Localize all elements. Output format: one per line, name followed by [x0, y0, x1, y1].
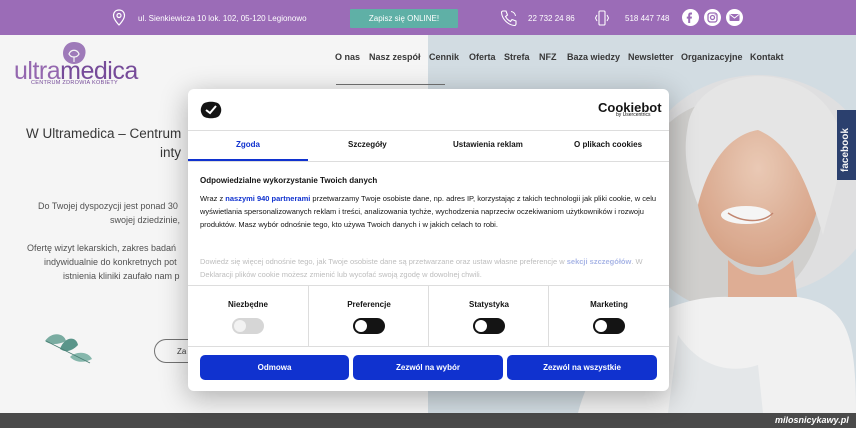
mobile-phone-icon[interactable] — [594, 9, 610, 27]
category-statistics: Statystyka — [428, 286, 548, 346]
category-marketing: Marketing — [548, 286, 668, 346]
top-contact-bar: ul. Sienkiewicza 10 lok. 102, 05-120 Leg… — [0, 0, 856, 35]
header-divider — [188, 130, 669, 131]
consent-categories: Niezbędne Preferencje Statystyka Marketi… — [188, 285, 669, 347]
address-text: ul. Sienkiewicza 10 lok. 102, 05-120 Leg… — [138, 14, 307, 23]
preferences-toggle[interactable] — [353, 318, 385, 334]
deny-button[interactable]: Odmowa — [200, 355, 349, 380]
facebook-icon[interactable] — [682, 9, 699, 26]
cookie-consent-dialog: Cookiebot by Usercentrics Zgoda Szczegół… — [188, 89, 669, 391]
statistics-toggle[interactable] — [473, 318, 505, 334]
instagram-icon[interactable] — [704, 9, 721, 26]
cookiebot-logo-icon — [200, 101, 222, 119]
tab-szczegoly[interactable]: Szczegóły — [348, 140, 387, 149]
consent-heading: Odpowiedzialne wykorzystanie Twoich dany… — [200, 176, 378, 185]
necessary-toggle — [232, 318, 264, 334]
details-section-link[interactable]: sekcji szczegółów — [567, 257, 632, 266]
location-pin-icon — [112, 9, 126, 26]
cookiebot-brand-sub: by Usercentrics — [616, 112, 651, 118]
consent-body: Wraz z naszymi 940 partnerami przetwarza… — [200, 194, 657, 229]
category-necessary: Niezbędne — [188, 286, 308, 346]
partners-link[interactable]: naszymi 940 partnerami — [225, 194, 310, 203]
bottom-strip — [0, 413, 856, 428]
phone-icon[interactable] — [500, 9, 518, 27]
consent-body-faded: Dowiedz się więcej odnośnie tego, jak Tw… — [200, 257, 643, 279]
allow-all-button[interactable]: Zezwól na wszystkie — [507, 355, 657, 380]
watermark: milosnicykawy.pl — [775, 415, 849, 425]
category-preferences: Preferencje — [308, 286, 428, 346]
tab-o-plikach-cookies[interactable]: O plikach cookies — [574, 140, 642, 149]
marketing-toggle[interactable] — [593, 318, 625, 334]
tab-zgoda[interactable]: Zgoda — [236, 140, 260, 149]
book-online-button[interactable]: Zapisz się ONLINE! — [350, 9, 458, 28]
allow-selection-button[interactable]: Zezwól na wybór — [353, 355, 503, 380]
phone-number-1[interactable]: 22 732 24 86 — [528, 14, 575, 23]
tabs-divider — [188, 161, 669, 162]
phone-number-2[interactable]: 518 447 748 — [625, 14, 670, 23]
tab-ustawienia-reklam[interactable]: Ustawienia reklam — [453, 140, 523, 149]
mail-icon[interactable] — [726, 9, 743, 26]
